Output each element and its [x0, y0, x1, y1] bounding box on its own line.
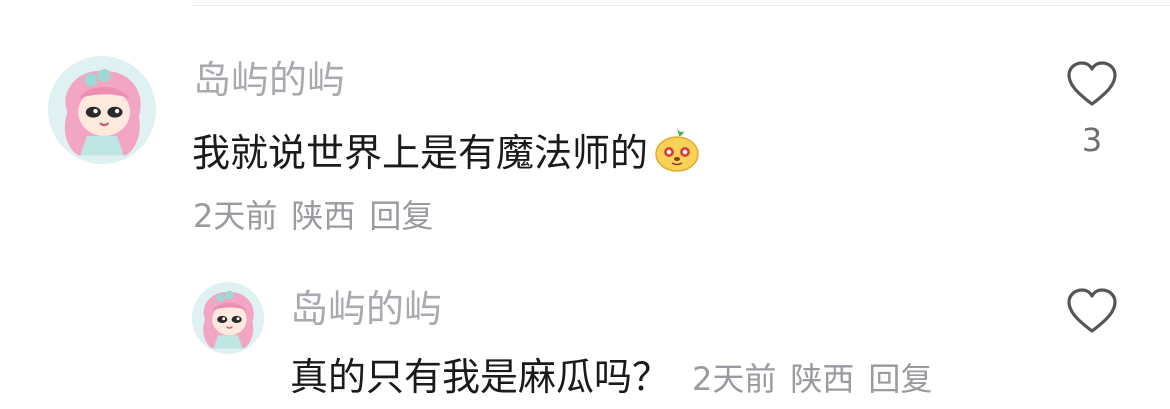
- like-button[interactable]: [1066, 287, 1118, 335]
- comment-text: 真的只有我是麻瓜吗？ 2天前 陕西 回复: [290, 354, 946, 402]
- reply-button[interactable]: 回复: [369, 197, 433, 235]
- username[interactable]: 岛屿的屿: [193, 58, 345, 102]
- comment-time: 2天前: [692, 360, 777, 398]
- like-button[interactable]: 3: [1066, 60, 1118, 158]
- comment-body: 真的只有我是麻瓜吗？: [290, 355, 671, 399]
- heart-icon: [1067, 61, 1117, 106]
- avatar[interactable]: [192, 282, 264, 354]
- comment-text: 我就说世界上是有魔法师的: [192, 124, 702, 176]
- comment-meta: 2天前 陕西 回复: [193, 196, 447, 236]
- mascot-emoji-icon: [652, 124, 702, 174]
- heart-icon: [1067, 288, 1117, 333]
- avatar[interactable]: [48, 56, 156, 164]
- reply-button[interactable]: 回复: [868, 360, 932, 398]
- comment-meta: 2天前 陕西 回复: [692, 360, 946, 398]
- divider: [192, 5, 1170, 6]
- username[interactable]: 岛屿的屿: [290, 287, 442, 331]
- comment-location: 陕西: [291, 197, 356, 235]
- comment-time: 2天前: [193, 197, 278, 235]
- comment-location: 陕西: [790, 360, 855, 398]
- like-count: 3: [1081, 121, 1103, 159]
- comment-body: 我就说世界上是有魔法师的: [192, 131, 649, 175]
- comment-section: 岛屿的屿 我就说世界上是有魔法师的 2天前 陕西 回复 3 岛屿的屿 真的只有我…: [0, 0, 1170, 409]
